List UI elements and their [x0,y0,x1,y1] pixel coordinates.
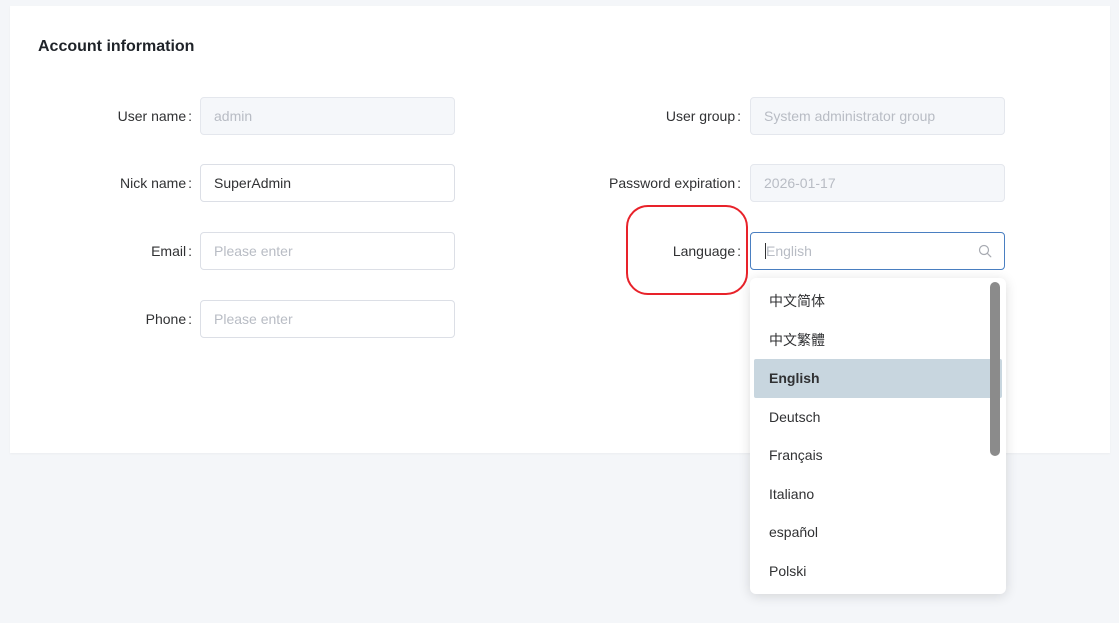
search-icon [978,244,992,258]
language-placeholder: English [766,243,812,259]
password-expiration-label: Password expiration: [609,164,741,202]
language-select[interactable]: English [750,232,1005,270]
nickname-label-text: Nick name [119,175,187,191]
language-options-list: 中文简体 中文繁體 English Deutsch Français Italiano es… [750,282,1006,590]
username-colon: : [188,108,192,124]
usergroup-label-text: User group [665,108,736,124]
section-title: Account information [38,38,195,55]
language-dropdown: 中文简体 中文繁體 English Deutsch Français Italiano es… [750,278,1006,594]
annotation-highlight [626,205,748,295]
text-caret [765,243,766,260]
language-option[interactable]: Deutsch [750,398,1006,437]
nickname-label: Nick name: [120,164,192,202]
email-colon: : [188,243,192,259]
nickname-colon: : [188,175,192,191]
password-expiration-label-text: Password expiration [609,175,736,191]
usergroup-field[interactable]: System administrator group [750,97,1005,135]
email-label: Email: [151,232,192,270]
language-option[interactable]: 中文繁體 [750,321,1006,360]
password-expiration-field[interactable]: 2026-01-17 [750,164,1005,202]
language-option[interactable]: Polski [750,552,1006,591]
nickname-field[interactable]: SuperAdmin [200,164,455,202]
dropdown-scrollbar[interactable] [990,282,1000,456]
usergroup-label: User group: [666,97,741,135]
language-option[interactable]: Français [750,436,1006,475]
usergroup-colon: : [737,108,741,124]
language-option[interactable]: Italiano [750,475,1006,514]
phone-field[interactable]: Please enter [200,300,455,338]
phone-label: Phone: [146,300,192,338]
username-label-text: User name [117,108,187,124]
email-label-text: Email [151,243,187,259]
phone-label-text: Phone [145,311,187,327]
phone-colon: : [188,311,192,327]
language-option[interactable]: 中文简体 [750,282,1006,321]
password-expiration-colon: : [737,175,741,191]
language-option[interactable]: English [754,359,1002,398]
email-field[interactable]: Please enter [200,232,455,270]
language-option[interactable]: español [750,513,1006,552]
username-field[interactable]: admin [200,97,455,135]
username-label: User name: [118,97,192,135]
